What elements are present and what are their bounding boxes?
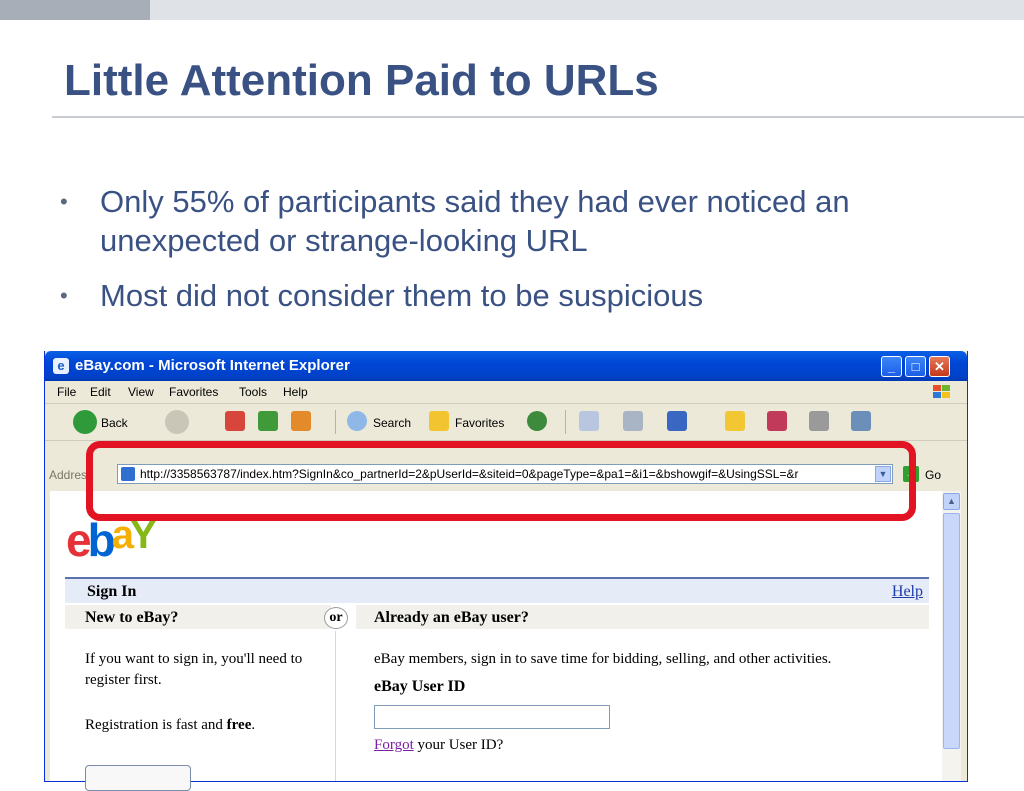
registration-note-free: free <box>226 717 252 733</box>
history-icon[interactable] <box>527 411 547 431</box>
slide-top-bar <box>0 0 1024 20</box>
menu-favorites[interactable]: Favorites <box>169 385 218 399</box>
logo-letter-e: e <box>66 514 92 566</box>
window-title: eBay.com - Microsoft Internet Explorer <box>75 357 350 374</box>
menu-help[interactable]: Help <box>283 385 308 399</box>
menu-tools[interactable]: Tools <box>239 385 267 399</box>
forgot-link[interactable]: Forgot <box>374 737 414 753</box>
users-icon[interactable] <box>851 411 871 431</box>
userid-input[interactable] <box>374 705 610 729</box>
search-icon[interactable] <box>347 411 367 431</box>
forgot-userid-line: Forgot your User ID? <box>374 737 503 754</box>
members-description: eBay members, sign in to save time for b… <box>374 651 832 667</box>
home-icon[interactable] <box>291 411 311 431</box>
ebay-logo[interactable]: ebaY <box>66 513 157 567</box>
toolbar-separator <box>565 410 566 434</box>
menu-file[interactable]: File <box>57 385 76 399</box>
signin-header: Sign In Help <box>65 579 929 603</box>
favorites-button-label[interactable]: Favorites <box>455 416 504 430</box>
search-button-label[interactable]: Search <box>373 416 411 430</box>
bullet-marker: • <box>60 283 68 308</box>
ie-app-icon: e <box>53 358 69 374</box>
new-user-header: New to eBay? <box>65 605 331 629</box>
toolbar-separator <box>335 410 336 434</box>
menu-edit[interactable]: Edit <box>90 385 111 399</box>
userid-label: eBay User ID <box>374 678 466 695</box>
forgot-suffix: your User ID? <box>413 737 504 753</box>
column-divider <box>335 631 336 781</box>
back-arrow-icon[interactable] <box>73 410 97 434</box>
forward-arrow-icon[interactable] <box>165 410 189 434</box>
edit-icon[interactable] <box>667 411 687 431</box>
help-link[interactable]: Help <box>892 583 923 601</box>
minimize-button[interactable]: _ <box>881 356 902 377</box>
maximize-button[interactable]: □ <box>905 356 926 377</box>
browser-window: e eBay.com - Microsoft Internet Explorer… <box>44 351 968 791</box>
or-badge: or <box>324 607 348 629</box>
title-divider <box>52 116 1024 118</box>
standard-toolbar: Back Search Favorites <box>45 404 967 441</box>
bullet-item: • Only 55% of participants said they had… <box>60 182 960 260</box>
vertical-scrollbar[interactable]: ▲ <box>942 491 961 781</box>
registration-note-suffix: . <box>251 717 256 733</box>
slide-title: Little Attention Paid to URLs <box>64 56 659 105</box>
page-content: ebaY Sign In Help New to eBay? or Alread… <box>50 491 942 791</box>
existing-user-header: Already an eBay user? <box>356 605 929 629</box>
favorites-star-icon[interactable] <box>429 411 449 431</box>
bullet-list: • Only 55% of participants said they had… <box>60 182 960 331</box>
registration-note-prefix: Registration is fast and <box>85 717 227 733</box>
registration-note: Registration is fast and free. <box>85 717 255 734</box>
signin-title: Sign In <box>87 583 137 600</box>
folder-icon[interactable] <box>725 411 745 431</box>
back-button-label[interactable]: Back <box>101 416 128 430</box>
existing-user-heading: Already an eBay user? <box>374 609 529 626</box>
bullet-marker: • <box>60 189 68 214</box>
mail-icon[interactable] <box>579 411 599 431</box>
windows-flag-icon <box>933 385 950 398</box>
stop-icon[interactable] <box>225 411 245 431</box>
register-prompt: If you want to sign in, you'll need to r… <box>85 651 303 688</box>
chevron-up-icon[interactable]: ▲ <box>943 493 960 510</box>
go-button-label[interactable]: Go <box>925 468 941 482</box>
bullet-item: • Most did not consider them to be suspi… <box>60 276 960 315</box>
logo-letter-b: b <box>87 514 116 566</box>
refresh-icon[interactable] <box>258 411 278 431</box>
print-icon[interactable] <box>623 411 643 431</box>
slide-top-bar-accent <box>0 0 150 20</box>
messenger-icon[interactable] <box>767 411 787 431</box>
register-button[interactable] <box>85 765 191 791</box>
window-titlebar[interactable]: e eBay.com - Microsoft Internet Explorer… <box>45 351 967 381</box>
bullet-text: Most did not consider them to be suspici… <box>100 278 704 313</box>
new-user-heading: New to eBay? <box>85 609 179 626</box>
url-highlight-box <box>86 441 916 521</box>
bullet-text: Only 55% of participants said they had e… <box>100 184 850 258</box>
menu-view[interactable]: View <box>128 385 154 399</box>
scrollbar-thumb[interactable] <box>943 513 960 749</box>
close-button[interactable]: ✕ <box>929 356 950 377</box>
menu-bar: File Edit View Favorites Tools Help <box>45 381 967 404</box>
research-icon[interactable] <box>809 411 829 431</box>
